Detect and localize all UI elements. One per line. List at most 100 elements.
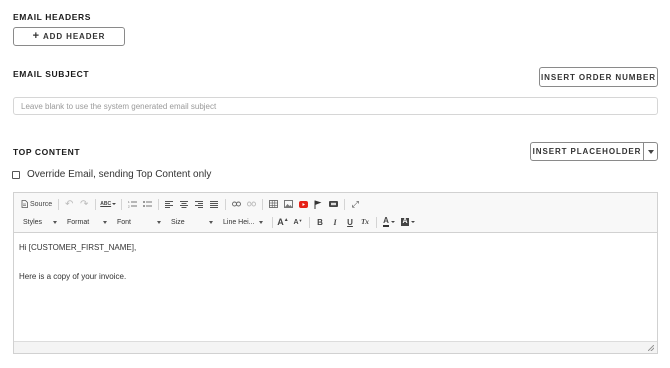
undo-icon: ↶ (64, 198, 74, 210)
unlink-button[interactable] (244, 197, 258, 211)
youtube-icon (298, 200, 308, 208)
toolbar-row-2: Styles Format Font Size Line Hei... A ▲ A… (19, 214, 418, 230)
iframe-button[interactable] (326, 197, 340, 211)
rich-text-editor: Source ↶ ↷ ABC 12 ⤢ Styles Format Font S… (13, 192, 658, 354)
bold-button[interactable]: B (313, 215, 327, 229)
maximize-icon: ⤢ (351, 198, 359, 209)
add-header-label: ADD HEADER (42, 32, 106, 41)
plus-icon: + (32, 30, 40, 42)
chevron-down-icon (410, 221, 415, 223)
table-button[interactable] (266, 197, 280, 211)
chevron-down-icon (53, 220, 57, 224)
justify-icon (210, 200, 219, 208)
font-dropdown[interactable]: Font (113, 216, 165, 229)
chevron-down-icon (157, 220, 161, 224)
resize-grip-icon[interactable] (648, 345, 654, 351)
body-line: Here is a copy of your invoice. (19, 271, 127, 281)
text-color-icon: A (383, 216, 389, 227)
redo-button[interactable]: ↷ (77, 197, 91, 211)
email-headers-title: EMAIL HEADERS (13, 12, 92, 22)
numbered-list-button[interactable]: 12 (125, 197, 139, 211)
styles-dropdown[interactable]: Styles (19, 216, 61, 229)
font-label: Font (117, 218, 132, 226)
line-height-label: Line Hei... (223, 218, 255, 226)
insert-placeholder-button[interactable]: INSERT PLACEHOLDER (530, 142, 644, 161)
undo-button[interactable]: ↶ (62, 197, 76, 211)
add-header-button[interactable]: + ADD HEADER (13, 27, 125, 46)
background-color-icon: A (401, 218, 409, 226)
bulleted-list-button[interactable] (140, 197, 154, 211)
remove-format-button[interactable]: Tx (358, 215, 372, 229)
toolbar-separator (95, 198, 97, 210)
spellcheck-button[interactable]: ABC (99, 197, 117, 211)
chevron-down-icon (103, 220, 107, 224)
insert-placeholder-dropdown[interactable] (643, 142, 658, 161)
source-label: Source (30, 200, 53, 208)
underline-icon: U (347, 217, 353, 227)
justify-button[interactable] (207, 197, 221, 211)
bulleted-list-icon (142, 201, 152, 207)
toolbar-separator (121, 198, 123, 210)
email-subject-input[interactable] (13, 97, 658, 115)
editor-content[interactable]: Hi [CUSTOMER_FIRST_NAME], Here is a copy… (19, 241, 136, 284)
size-label: Size (171, 218, 185, 226)
toolbar-separator (344, 198, 346, 210)
line-height-dropdown[interactable]: Line Hei... (219, 216, 267, 229)
unlink-icon (246, 201, 256, 207)
editor-statusbar (14, 341, 657, 353)
numbered-list-icon: 12 (128, 200, 137, 208)
source-button[interactable]: Source (19, 197, 54, 211)
flag-icon (314, 200, 322, 209)
toolbar-separator (262, 198, 264, 210)
italic-button[interactable]: I (328, 215, 342, 229)
link-button[interactable] (229, 197, 243, 211)
remove-format-icon: Tx (361, 218, 369, 226)
background-color-button[interactable]: A (399, 215, 417, 229)
spellcheck-icon: ABC (100, 201, 112, 207)
toolbar-separator (225, 198, 227, 210)
svg-text:2: 2 (128, 205, 130, 209)
youtube-button[interactable] (296, 197, 310, 211)
editor-toolbar: Source ↶ ↷ ABC 12 ⤢ Styles Format Font S… (14, 193, 657, 233)
text-color-button[interactable]: A (380, 215, 398, 229)
anchor-flag-button[interactable] (311, 197, 325, 211)
align-center-button[interactable] (177, 197, 191, 211)
italic-icon: I (333, 217, 337, 227)
toolbar-separator (309, 216, 310, 228)
greeting-line: Hi [CUSTOMER_FIRST_NAME], (19, 243, 137, 252)
format-dropdown[interactable]: Format (63, 216, 111, 229)
image-button[interactable] (281, 197, 295, 211)
chevron-down-icon (112, 203, 117, 205)
override-email-label: Override Email, sending Top Content only (27, 169, 212, 180)
chevron-down-icon (209, 220, 213, 224)
chevron-down-icon (647, 149, 654, 154)
redo-icon: ↷ (79, 198, 89, 210)
email-subject-title: EMAIL SUBJECT (13, 69, 90, 79)
styles-label: Styles (23, 218, 43, 226)
font-grow-button[interactable]: A ▲ (276, 215, 290, 229)
toolbar-separator (376, 216, 377, 228)
bold-icon: B (317, 217, 323, 227)
align-left-button[interactable] (162, 197, 176, 211)
top-content-title: TOP CONTENT (13, 147, 81, 157)
font-shrink-button[interactable]: A ▼ (291, 215, 305, 229)
size-dropdown[interactable]: Size (167, 216, 217, 229)
override-email-row: Override Email, sending Top Content only (12, 169, 211, 180)
align-right-icon (195, 200, 204, 208)
align-right-button[interactable] (192, 197, 206, 211)
align-center-icon (180, 200, 189, 208)
toolbar-separator (58, 198, 60, 210)
iframe-icon (328, 201, 338, 207)
override-email-checkbox[interactable] (12, 170, 20, 179)
image-icon (283, 200, 293, 208)
link-icon (231, 201, 241, 207)
toolbar-row-1: Source ↶ ↷ ABC 12 ⤢ (19, 196, 363, 212)
svg-text:1: 1 (128, 200, 130, 204)
source-icon (21, 200, 28, 208)
format-label: Format (67, 218, 90, 226)
maximize-button[interactable]: ⤢ (348, 197, 362, 211)
toolbar-separator (272, 216, 273, 228)
insert-order-number-button[interactable]: INSERT ORDER NUMBER (539, 67, 658, 87)
underline-button[interactable]: U (343, 215, 357, 229)
toolbar-separator (158, 198, 160, 210)
